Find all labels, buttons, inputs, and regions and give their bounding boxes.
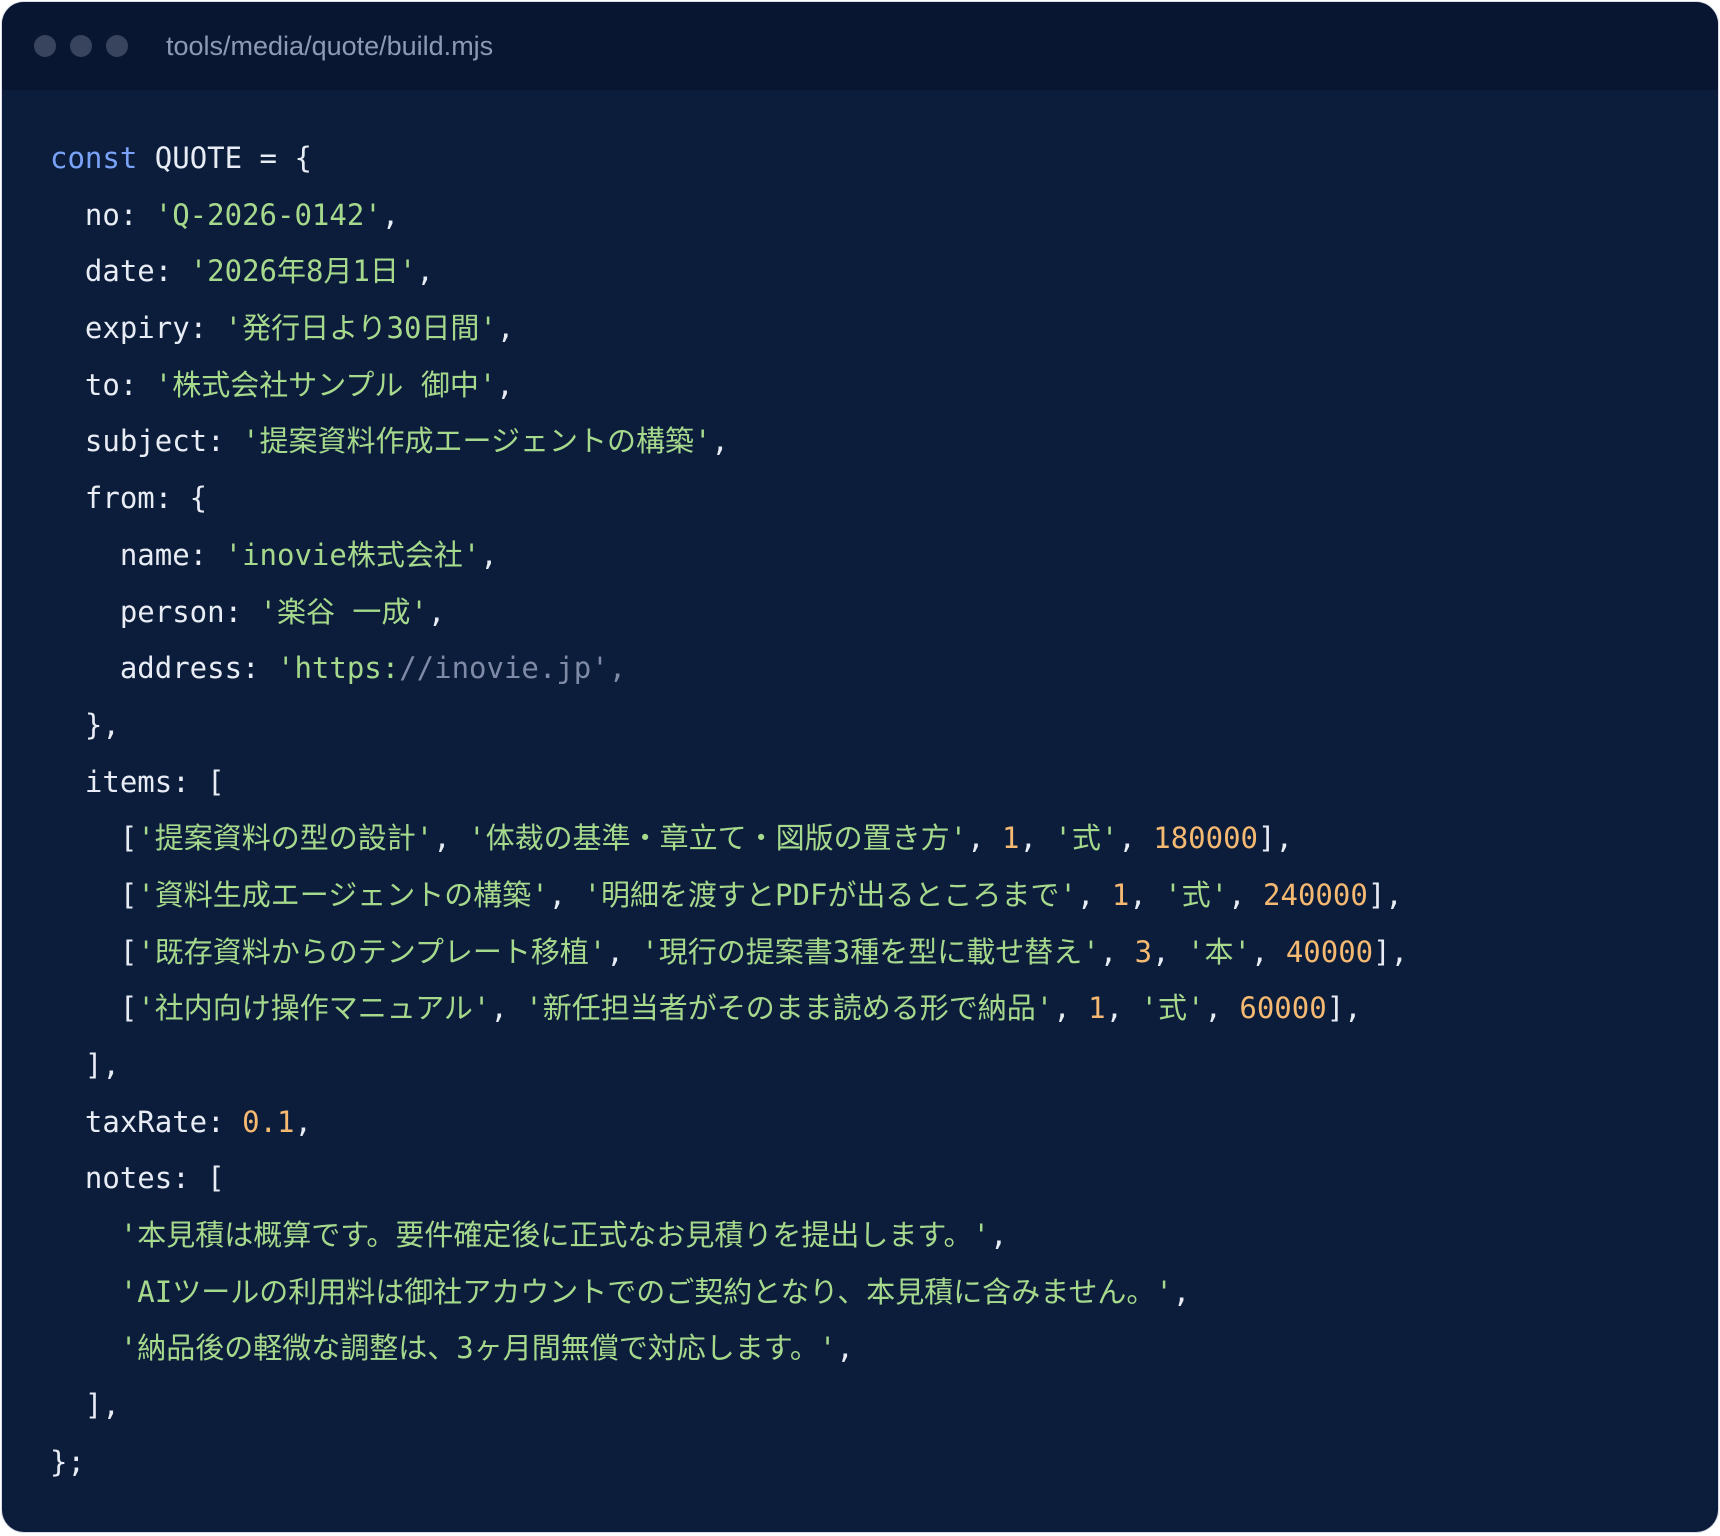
key-no: no: — [50, 197, 155, 232]
value-subject: '提案資料作成エージェントの構築' — [242, 424, 712, 459]
code-line-to: to: '株式会社サンプル 御中', — [50, 367, 514, 402]
item-name: '既存資料からのテンプレート移植' — [137, 934, 607, 969]
note-text: '本見積は概算です。要件確定後に正式なお見積りを提出します。' — [119, 1218, 990, 1253]
key-to: to: — [50, 367, 155, 402]
item-price: 60000 — [1239, 991, 1327, 1026]
minimize-window-button[interactable] — [70, 35, 92, 57]
code-line-date: date: '2026年8月1日', — [50, 254, 434, 289]
key-name: name: — [50, 537, 225, 572]
item-qty: 1 — [1088, 991, 1106, 1026]
const-keyword: const — [50, 141, 138, 175]
item-name: '資料生成エージェントの構築' — [137, 877, 549, 912]
item-qty: 3 — [1134, 934, 1153, 969]
value-address-scheme: 'https: — [276, 651, 400, 686]
code-line-notes-close: ], — [50, 1388, 120, 1423]
code-line-item-0: ['提案資料の型の設計', '体裁の基準・章立て・図版の置き方', 1, '式'… — [50, 821, 1293, 856]
value-to: '株式会社サンプル 御中' — [154, 367, 497, 402]
item-name: '提案資料の型の設計' — [137, 821, 434, 856]
value-address-rest: //inovie.jp', — [399, 651, 627, 686]
value-no: 'Q-2026-0142' — [154, 197, 382, 232]
code-line-items-open: items: [ — [50, 764, 225, 799]
item-price: 180000 — [1153, 821, 1258, 856]
code-line-notes-open: notes: [ — [50, 1161, 225, 1196]
code-line-from-close: }, — [50, 707, 120, 742]
code-line-note-1: 'AIツールの利用料は御社アカウントでのご契約となり、本見積に含みません。', — [119, 1274, 1191, 1309]
item-name: '社内向け操作マニュアル' — [137, 991, 491, 1026]
code-line-tax: taxRate: 0.1, — [50, 1104, 312, 1139]
item-qty: 1 — [1002, 821, 1020, 856]
code-line-address: address: 'https://inovie.jp', — [50, 640, 1408, 697]
code-line-item-1: ['資料生成エージェントの構築', '明細を渡すとPDFが出るところまで', 1… — [50, 877, 1403, 912]
key-tax: taxRate: — [50, 1104, 243, 1139]
value-person: '楽谷 一成' — [259, 594, 428, 629]
item-desc: '新任担当者がそのまま読める形で納品' — [525, 991, 1054, 1026]
item-desc: '体裁の基準・章立て・図版の置き方' — [468, 821, 968, 856]
key-address: address: — [50, 651, 277, 686]
value-date: '2026年8月1日' — [189, 254, 417, 289]
item-desc: '現行の提案書3種を型に載せ替え' — [641, 934, 1100, 969]
key-subject: subject: — [50, 424, 243, 459]
code-line-items-close: ], — [50, 1048, 120, 1082]
item-price: 40000 — [1285, 934, 1374, 969]
code-line-expiry: expiry: '発行日より30日間', — [50, 311, 515, 346]
item-unit: '本' — [1187, 934, 1251, 969]
item-unit: '式' — [1140, 991, 1205, 1026]
code-line-item-3: ['社内向け操作マニュアル', '新任担当者がそのまま読める形で納品', 1, … — [50, 991, 1362, 1026]
close-window-button[interactable] — [34, 35, 56, 57]
title-bar: tools/media/quote/build.mjs — [2, 2, 1718, 90]
decl-rest: QUOTE = { — [137, 141, 312, 175]
code-line-decl: const QUOTE = { — [50, 130, 1408, 187]
key-person: person: — [50, 594, 260, 629]
key-date: date: — [50, 254, 190, 289]
key-expiry: expiry: — [50, 311, 225, 346]
file-path-title: tools/media/quote/build.mjs — [166, 31, 494, 61]
value-expiry: '発行日より30日間' — [224, 311, 497, 346]
item-price: 240000 — [1263, 877, 1368, 912]
editor-window: tools/media/quote/build.mjs const QUOTE … — [2, 2, 1718, 1532]
value-tax: 0.1 — [242, 1104, 295, 1139]
code-line-name: name: 'inovie株式会社', — [50, 537, 498, 572]
code-line-note-0: '本見積は概算です。要件確定後に正式なお見積りを提出します。', — [119, 1218, 1008, 1253]
code-view[interactable]: const QUOTE = { no: 'Q-2026-0142', date:… — [50, 130, 1408, 1491]
item-qty: 1 — [1111, 877, 1130, 912]
item-desc: '明細を渡すとPDFが出るところまで' — [583, 877, 1077, 912]
code-line-item-2: ['既存資料からのテンプレート移植', '現行の提案書3種を型に載せ替え', 3… — [50, 934, 1409, 969]
code-line-close: }; — [50, 1444, 85, 1479]
item-unit: '式' — [1054, 821, 1119, 856]
code-line-from-open: from: { — [50, 481, 208, 516]
item-unit: '式' — [1164, 877, 1229, 912]
code-line-note-2: '納品後の軽微な調整は、3ヶ月間無償で対応します。', — [119, 1331, 854, 1366]
maximize-window-button[interactable] — [106, 35, 128, 57]
note-text: 'AIツールの利用料は御社アカウントでのご契約となり、本見積に含みません。' — [119, 1274, 1173, 1309]
code-line-subject: subject: '提案資料作成エージェントの構築', — [50, 424, 729, 459]
code-line-person: person: '楽谷 一成', — [50, 594, 446, 629]
note-text: '納品後の軽微な調整は、3ヶ月間無償で対応します。' — [119, 1331, 837, 1366]
value-name: 'inovie株式会社' — [224, 537, 481, 572]
code-line-no: no: 'Q-2026-0142', — [50, 197, 400, 232]
